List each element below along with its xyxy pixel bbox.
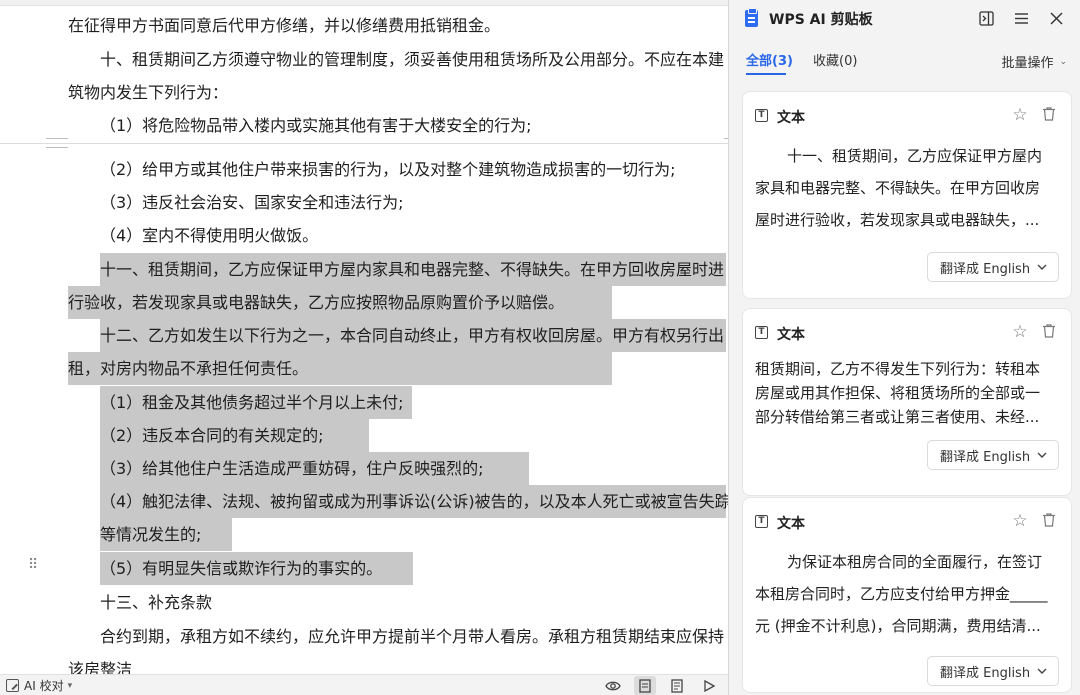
chevron-down-icon: [1037, 668, 1047, 674]
page-view-icon[interactable]: [634, 676, 656, 695]
status-bar: AI 校对 ▾: [0, 674, 728, 695]
star-icon[interactable]: ☆: [1011, 512, 1029, 530]
eye-icon[interactable]: [602, 676, 624, 695]
card-text-line: 为保证本租房合同的全面履行，在签订: [787, 553, 1043, 571]
selected-line[interactable]: （4）触犯法律、法规、被拘留或成为刑事诉讼(公诉)被告的，以及本人死亡或被宣告失…: [100, 485, 728, 518]
selected-line[interactable]: （1）租金及其他债务超过半个月以上未付;: [100, 386, 412, 419]
card-type-label: 文本: [777, 516, 805, 532]
document-area[interactable]: 在征得甲方书面同意后代甲方修缮，并以修缮费用抵销租金。 十、租赁期间乙方须遵守物…: [0, 0, 728, 674]
play-icon[interactable]: [698, 676, 720, 695]
trash-icon[interactable]: [1041, 512, 1059, 530]
clipboard-card[interactable]: T 文本 ☆ 为保证本租房合同的全面履行，在签订 本租房合同时，乙方应支付给甲方…: [742, 497, 1072, 693]
translate-label: 翻译成 English: [940, 449, 1031, 465]
page-top-edge: [0, 0, 728, 6]
batch-label: 批量操作: [1001, 56, 1054, 71]
page-break-line: [0, 143, 728, 144]
card-type-label: 文本: [777, 110, 805, 126]
doc-line[interactable]: 筑物内发生下列行为：: [68, 76, 228, 109]
chevron-down-icon: ⌄: [1059, 56, 1067, 67]
card-type-label: 文本: [777, 327, 805, 343]
card-text-line: 元 (押金不计利息)，合同期满，费用结清...: [755, 617, 1041, 635]
panel-header: WPS AI 剪贴板: [729, 0, 1080, 36]
translate-label: 翻译成 English: [940, 665, 1031, 681]
panel-title: WPS AI 剪贴板: [769, 12, 873, 28]
doc-line[interactable]: 在征得甲方书面同意后代甲方修缮，并以修缮费用抵销租金。: [68, 9, 500, 42]
selected-line[interactable]: 等情况发生的;: [100, 518, 232, 551]
card-text-line: 部分转借给第三者或让第三者使用、未经...: [755, 408, 1040, 426]
selected-line[interactable]: （5）有明显失信或欺诈行为的事实的。: [100, 552, 413, 585]
translate-dropdown[interactable]: 翻译成 English: [927, 252, 1059, 282]
selected-line[interactable]: 租，对房内物品不承担任何责任。: [68, 352, 612, 385]
card-content: 十一、租赁期间，乙方应保证甲方屋内 家具和电器完整、不得缺失。在甲方回收房 屋时…: [755, 140, 1059, 236]
tab-favorites[interactable]: 收藏(0): [813, 50, 857, 69]
card-text-line: 屋时进行验收，若发现家具或电器缺失，...: [755, 211, 1040, 229]
doc-line[interactable]: （2）给甲方或其他住户带来损害的行为，以及对整个建筑物造成损害的一切行为;: [100, 153, 676, 186]
drag-handle-icon[interactable]: [28, 556, 40, 574]
card-text-line: 租赁期间，乙方不得发生下列行为：转租本: [755, 360, 1041, 378]
close-icon[interactable]: [1046, 8, 1066, 28]
text-type-icon: T: [755, 515, 768, 528]
active-tab-indicator: [746, 73, 786, 75]
trash-icon[interactable]: [1041, 323, 1059, 341]
tab-bar: 全部(3) 收藏(0) 批量操作 ⌄: [729, 42, 1080, 76]
card-text-line: 家具和电器完整、不得缺失。在甲方回收房: [755, 179, 1041, 197]
doc-line[interactable]: （3）违反社会治安、国家安全和违法行为;: [100, 186, 404, 219]
card-text-line: 本租房合同时，乙方应支付给甲方押金_____: [755, 585, 1048, 603]
star-icon[interactable]: ☆: [1011, 106, 1029, 124]
chevron-down-icon: ▾: [67, 680, 73, 691]
dock-panel-icon[interactable]: [976, 8, 996, 28]
clipboard-card[interactable]: T 文本 ☆ 十一、租赁期间，乙方应保证甲方屋内 家具和电器完整、不得缺失。在甲…: [742, 91, 1072, 299]
text-type-icon: T: [755, 326, 768, 339]
card-content: 租赁期间，乙方不得发生下列行为：转租本 房屋或用其作担保、将租赁场所的全部或一 …: [755, 357, 1059, 429]
doc-line[interactable]: 合约到期，承租方如不续约，应允许甲方提前半个月带人看房。承租方租赁期结束应保持: [100, 620, 724, 653]
ai-check-label: AI 校对: [24, 679, 64, 693]
selected-line[interactable]: 十二、乙方如发生以下行为之一，本合同自动终止，甲方有权收回房屋。甲方有权另行出: [100, 319, 726, 352]
menu-icon[interactable]: [1011, 8, 1031, 28]
clipboard-logo-icon: [745, 8, 758, 27]
card-content: 为保证本租房合同的全面履行，在签订 本租房合同时，乙方应支付给甲方押金_____…: [755, 546, 1059, 642]
translate-dropdown[interactable]: 翻译成 English: [927, 440, 1059, 470]
card-text-line: 十一、租赁期间，乙方应保证甲方屋内: [787, 147, 1043, 165]
doc-line[interactable]: （1）将危险物品带入楼内或实施其他有害于大楼安全的行为;: [100, 109, 532, 142]
star-icon[interactable]: ☆: [1011, 323, 1029, 341]
doc-line[interactable]: 十三、补充条款: [100, 586, 212, 619]
doc-line[interactable]: 十、租赁期间乙方须遵守物业的管理制度，须妥善使用租赁场所及公用部分。不应在本建: [100, 43, 724, 76]
translate-label: 翻译成 English: [940, 261, 1031, 277]
doc-line[interactable]: 该房整洁: [68, 653, 132, 674]
trash-icon[interactable]: [1041, 106, 1059, 124]
ai-check-button[interactable]: AI 校对 ▾: [6, 677, 72, 694]
proofread-icon: [6, 679, 19, 692]
text-type-icon: T: [755, 109, 768, 122]
doc-line[interactable]: （4）室内不得使用明火做饭。: [100, 219, 318, 252]
batch-operations-dropdown[interactable]: 批量操作 ⌄: [1001, 52, 1067, 71]
clipboard-panel: WPS AI 剪贴板 全部(3) 收藏(0) 批量操作 ⌄ T 文本 ☆ 十一、…: [728, 0, 1080, 695]
selected-line[interactable]: （3）给其他住户生活造成严重妨碍，住户反映强烈的;: [100, 452, 529, 485]
translate-dropdown[interactable]: 翻译成 English: [927, 656, 1059, 686]
selected-line[interactable]: 行验收，若发现家具或电器缺失，乙方应按照物品原购置价予以赔偿。: [68, 286, 612, 319]
selected-line[interactable]: （2）违反本合同的有关规定的;: [100, 419, 369, 452]
tab-all[interactable]: 全部(3): [746, 50, 793, 69]
chevron-down-icon: [1037, 452, 1047, 458]
page-corner-mark: [46, 138, 68, 148]
card-text-line: 房屋或用其作担保、将租赁场所的全部或一: [755, 384, 1041, 402]
web-view-icon[interactable]: [666, 676, 688, 695]
chevron-down-icon: [1037, 264, 1047, 270]
selected-line[interactable]: 十一、租赁期间，乙方应保证甲方屋内家具和电器完整、不得缺失。在甲方回收房屋时进: [100, 253, 726, 286]
clipboard-card[interactable]: T 文本 ☆ 租赁期间，乙方不得发生下列行为：转租本 房屋或用其作担保、将租赁场…: [742, 308, 1072, 496]
